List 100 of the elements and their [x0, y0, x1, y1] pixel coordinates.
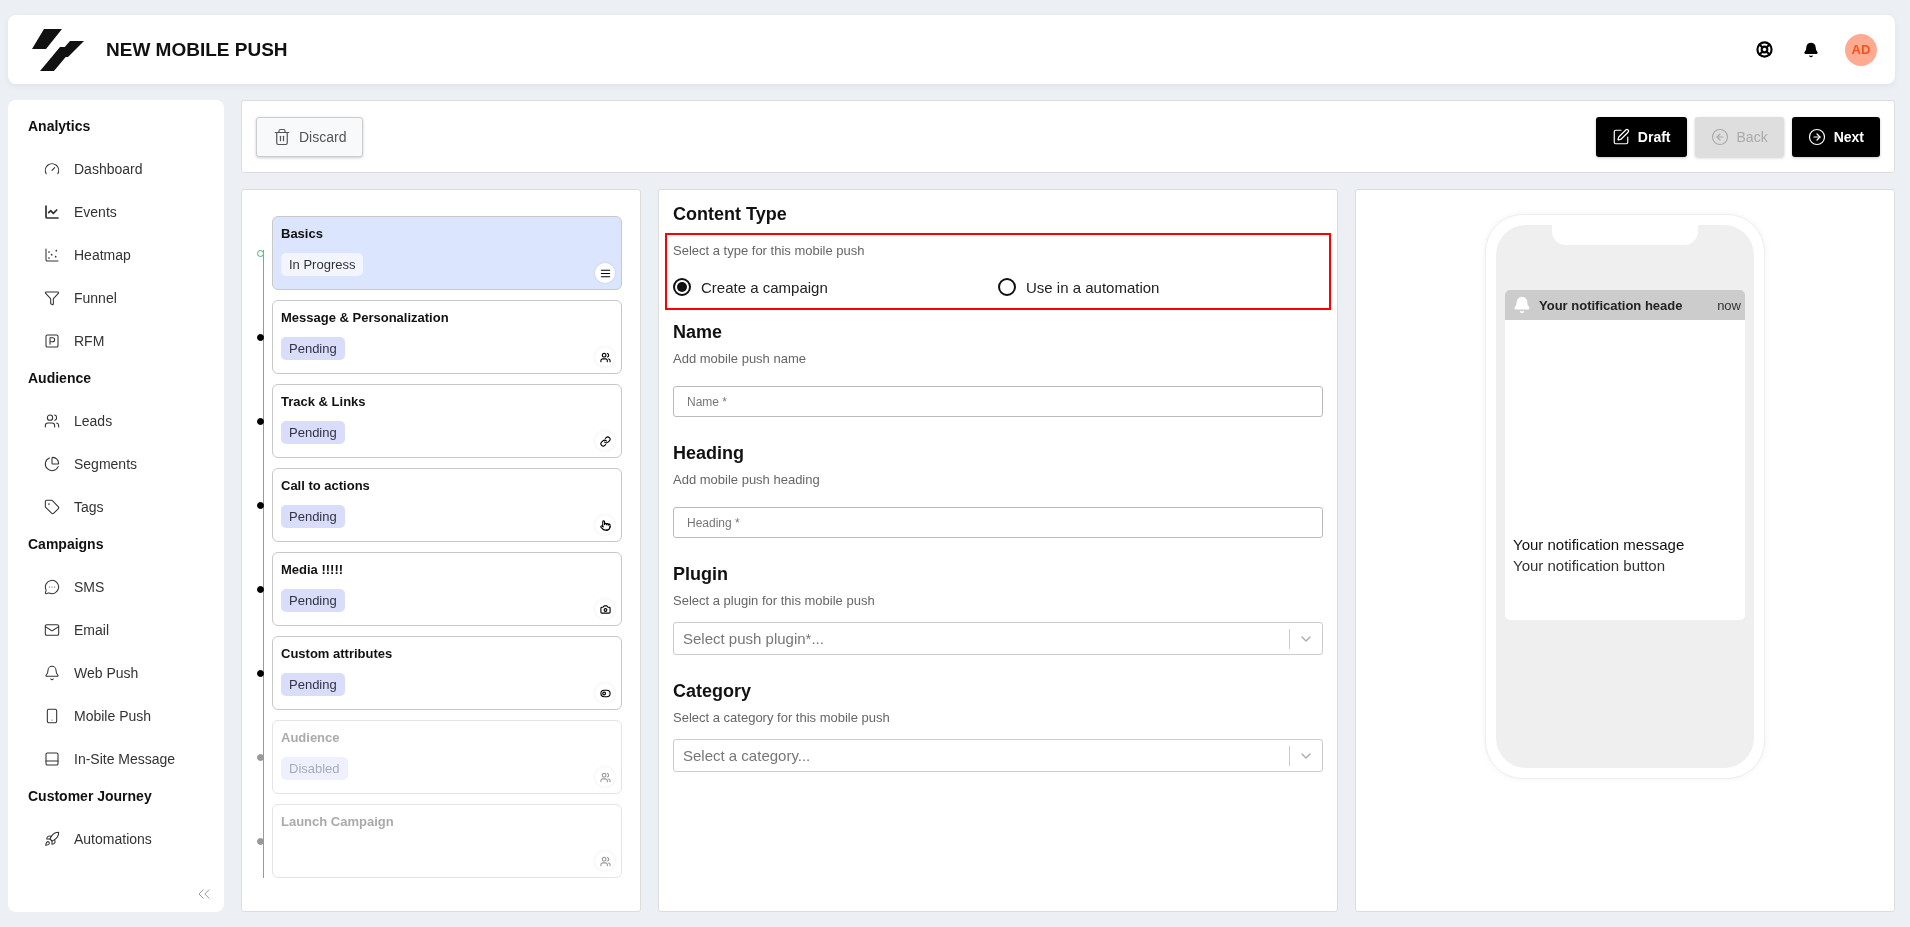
notification-message: Your notification message	[1513, 536, 1686, 553]
logo-icon	[32, 26, 84, 73]
nav-item[interactable]: Events	[24, 193, 212, 231]
section-title: Campaigns	[28, 536, 105, 554]
funnel-icon	[44, 290, 60, 306]
status-label: Pending	[281, 505, 345, 528]
section-hint: Select a type for this mobile push	[673, 243, 866, 258]
notification-time: now	[1717, 297, 1741, 313]
nav-item[interactable]: Tags	[24, 488, 212, 526]
section-heading: Content Type	[673, 204, 788, 225]
nav-label: Email	[74, 622, 109, 638]
step-title: Basics	[281, 226, 324, 241]
step-title: Custom attributes	[281, 646, 394, 661]
arrow-right-circle-icon	[1807, 127, 1826, 146]
radio-button[interactable]	[998, 278, 1016, 296]
nav-label: Leads	[74, 413, 113, 429]
draft-button[interactable]: Draft	[1595, 116, 1687, 157]
status-label: Disabled	[281, 757, 348, 780]
users-icon	[595, 347, 615, 367]
pie-chart-icon	[44, 456, 60, 472]
nav-item[interactable]: Dashboard	[24, 150, 212, 188]
gauge-icon	[44, 161, 60, 177]
nav-item[interactable]: Funnel	[24, 279, 212, 317]
section-heading: Plugin	[673, 564, 729, 585]
status-label: In Progress	[281, 253, 364, 276]
link-icon	[595, 431, 615, 451]
pen-square-icon	[1611, 127, 1630, 146]
nav-item[interactable]: Web Push	[24, 654, 212, 692]
rocket-icon	[44, 831, 60, 847]
radio-option[interactable]: Use in a automation	[998, 278, 1323, 296]
nav-item[interactable]: Segments	[24, 445, 212, 483]
step-card[interactable]: Custom attributes Pending	[272, 636, 622, 710]
status-label: Pending	[281, 337, 345, 360]
nav-item[interactable]: Automations	[24, 820, 212, 858]
section-title: Audience	[28, 370, 92, 388]
step-title: Media !!!!!	[281, 562, 345, 577]
step-card[interactable]: Track & Links Pending	[272, 384, 622, 458]
select-field[interactable]: Select a category...	[673, 739, 1323, 772]
pointer-icon	[595, 515, 615, 535]
nav-label: Automations	[74, 831, 152, 847]
section-hint: Select a category for this mobile push	[673, 710, 891, 725]
input-field[interactable]: Name *	[673, 386, 1323, 417]
radio-option[interactable]: Create a campaign	[673, 278, 998, 296]
discard-button[interactable]: Discard	[256, 116, 364, 157]
step-card[interactable]: Basics In Progress	[272, 216, 622, 290]
nav-label: Dashboard	[74, 161, 143, 177]
mail-icon	[44, 622, 60, 638]
users-icon	[44, 413, 60, 429]
trash-icon	[273, 127, 291, 146]
section-heading: Name	[673, 322, 724, 343]
status-label: Pending	[281, 673, 345, 696]
section-hint: Add mobile push name	[673, 351, 807, 366]
step-title: Call to actions	[281, 478, 371, 493]
panel-icon	[44, 751, 60, 767]
step-title: Track & Links	[281, 394, 367, 409]
step-title: Audience	[281, 730, 341, 745]
tag-icon	[44, 499, 60, 515]
nav-label: RFM	[74, 333, 105, 349]
users-icon	[595, 767, 615, 787]
bell-icon	[44, 665, 60, 681]
nav-label: Tags	[74, 499, 104, 515]
nav-item[interactable]: Email	[24, 611, 212, 649]
step-card[interactable]: Call to actions Pending	[272, 468, 622, 542]
status-label: Pending	[281, 589, 345, 612]
nav-item[interactable]: RFM	[24, 322, 212, 360]
step-card[interactable]: Media !!!!! Pending	[272, 552, 622, 626]
step-title: Launch Campaign	[281, 814, 395, 829]
notification-title: Your notification heade	[1539, 297, 1684, 313]
step-card[interactable]: Message & Personalization Pending	[272, 300, 622, 374]
step-title: Message & Personalization	[281, 310, 450, 325]
radio-label: Use in a automation	[1026, 278, 1160, 296]
toggle-icon	[595, 683, 615, 703]
bell-icon	[1513, 296, 1531, 314]
section-heading: Heading	[673, 443, 745, 464]
square-letter-icon	[44, 333, 60, 349]
nav-item[interactable]: SMS	[24, 568, 212, 606]
nav-item[interactable]: Leads	[24, 402, 212, 440]
section-title: Customer Journey	[28, 788, 153, 806]
select-field[interactable]: Select push plugin*...	[673, 622, 1323, 655]
nav-label: Web Push	[74, 665, 139, 681]
notification-button-label: Your notification button	[1513, 557, 1667, 574]
next-button[interactable]: Next	[1791, 116, 1880, 157]
radio-button[interactable]	[673, 278, 691, 296]
nav-label: Events	[74, 204, 117, 220]
nav-label: Funnel	[74, 290, 117, 306]
nav-label: Heatmap	[74, 247, 131, 263]
scatter-chart-icon	[44, 247, 60, 263]
nav-label: SMS	[74, 579, 105, 595]
nav-item[interactable]: Heatmap	[24, 236, 212, 274]
input-field[interactable]: Heading *	[673, 507, 1323, 538]
nav-item[interactable]: In-Site Message	[24, 740, 212, 778]
arrow-left-circle-icon	[1710, 127, 1729, 146]
section-heading: Category	[673, 681, 753, 702]
page-title: NEW MOBILE PUSH	[106, 38, 289, 61]
section-hint: Select a plugin for this mobile push	[673, 593, 876, 608]
status-label: Pending	[281, 421, 345, 444]
nav-item[interactable]: Mobile Push	[24, 697, 212, 735]
radio-label: Create a campaign	[701, 278, 828, 296]
users-icon	[595, 851, 615, 871]
nav-label: Segments	[74, 456, 138, 472]
